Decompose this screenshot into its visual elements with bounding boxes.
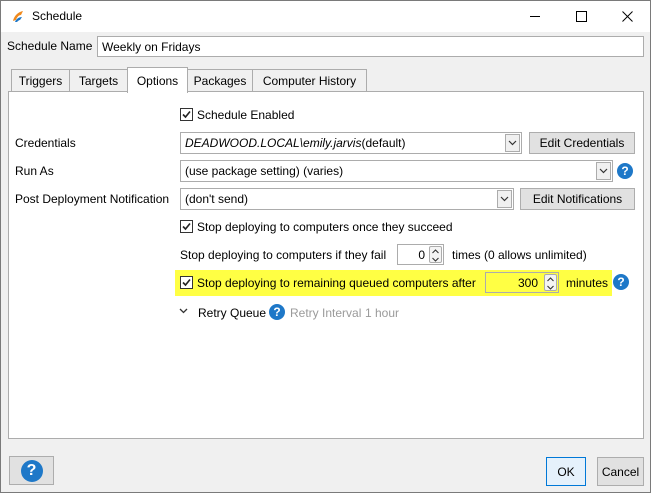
chevron-down-icon[interactable] (179, 308, 188, 314)
close-button[interactable] (604, 1, 650, 32)
close-icon (621, 11, 633, 22)
tab-computer-history-label: Computer History (262, 74, 357, 88)
stop-on-fail-value: 0 (418, 247, 425, 262)
retry-queue-help-icon[interactable]: ? (269, 304, 285, 320)
stop-on-success-label: Stop deploying to computers once they su… (197, 220, 453, 234)
checkmark-icon (182, 222, 191, 231)
stop-on-fail-spin-buttons[interactable] (429, 246, 442, 263)
edit-credentials-button[interactable]: Edit Credentials (529, 132, 635, 154)
credentials-account: DEADWOOD.LOCAL\emily.jarvis (185, 136, 362, 150)
ok-button[interactable]: OK (546, 457, 586, 486)
retry-queue-label[interactable]: Retry Queue (198, 306, 266, 320)
schedule-name-input[interactable]: Weekly on Fridays (97, 36, 644, 57)
help-button[interactable]: ? (9, 456, 54, 485)
edit-notifications-label: Edit Notifications (532, 192, 623, 206)
stop-queued-label: Stop deploying to remaining queued compu… (197, 276, 476, 290)
credentials-label: Credentials (15, 136, 76, 150)
retry-interval-label: Retry Interval (290, 306, 362, 320)
chevron-down-icon (599, 168, 608, 174)
edit-credentials-label: Edit Credentials (539, 136, 625, 150)
minimize-icon (529, 16, 540, 17)
spinner-arrows-icon (547, 277, 554, 290)
cancel-button[interactable]: Cancel (597, 457, 644, 486)
chevron-down-icon (500, 196, 509, 202)
credentials-default-suffix: (default) (361, 136, 406, 150)
stop-queued-checkbox[interactable] (180, 276, 193, 289)
window-title: Schedule (32, 9, 83, 23)
credentials-dropdown-arrow[interactable] (505, 134, 520, 152)
tab-triggers-label: Triggers (18, 74, 63, 88)
ok-label: OK (557, 464, 575, 479)
schedule-name-value: Weekly on Fridays (102, 39, 201, 54)
tab-packages-label: Packages (193, 74, 247, 88)
stop-on-fail-suffix: times (0 allows unlimited) (452, 248, 587, 262)
edit-notifications-button[interactable]: Edit Notifications (520, 188, 635, 210)
tab-triggers[interactable]: Triggers (11, 69, 70, 92)
tab-computer-history[interactable]: Computer History (252, 69, 367, 92)
schedule-name-label: Schedule Name (7, 39, 93, 53)
tab-options[interactable]: Options (127, 67, 188, 93)
help-icon: ? (20, 459, 43, 482)
checkmark-icon (182, 110, 191, 119)
notification-select[interactable]: (don't send) (180, 188, 514, 210)
tab-targets-label: Targets (78, 74, 119, 88)
cancel-label: Cancel (601, 464, 640, 479)
maximize-icon (575, 11, 587, 22)
schedule-enabled-label: Schedule Enabled (197, 108, 295, 122)
run-as-help-icon[interactable]: ? (617, 163, 633, 179)
tab-packages[interactable]: Packages (187, 69, 253, 92)
run-as-label: Run As (15, 164, 54, 178)
stop-queued-stepper[interactable]: 300 (485, 272, 559, 293)
schedule-app-icon (13, 11, 23, 22)
notification-value: (don't send) (185, 192, 248, 206)
schedule-enabled-checkbox[interactable] (180, 108, 193, 121)
checkmark-icon (182, 278, 191, 287)
tab-targets[interactable]: Targets (69, 69, 128, 92)
stop-on-success-checkbox[interactable] (180, 220, 193, 233)
title-bar: Schedule (1, 1, 650, 32)
schedule-window: Schedule Schedule Name Weekly on Fridays… (0, 0, 651, 493)
retry-interval-value: 1 hour (365, 306, 400, 320)
notification-label: Post Deployment Notification (15, 192, 170, 206)
run-as-select[interactable]: (use package setting) (varies) (180, 160, 613, 182)
minimize-button[interactable] (512, 1, 558, 32)
run-as-value: (use package setting) (varies) (185, 164, 344, 178)
chevron-down-icon (508, 140, 517, 146)
maximize-button[interactable] (558, 1, 604, 32)
stop-queued-help-icon[interactable]: ? (613, 274, 629, 290)
tab-options-label: Options (136, 73, 179, 88)
credentials-select[interactable]: DEADWOOD.LOCAL\emily.jarvis (default) (180, 132, 522, 154)
stop-on-fail-stepper[interactable]: 0 (397, 244, 444, 265)
run-as-dropdown-arrow[interactable] (596, 162, 611, 180)
stop-queued-spin-buttons[interactable] (544, 274, 557, 291)
stop-queued-suffix: minutes (566, 276, 609, 290)
stop-on-fail-label: Stop deploying to computers if they fail (180, 248, 387, 262)
spinner-arrows-icon (432, 249, 439, 262)
notification-dropdown-arrow[interactable] (497, 190, 512, 208)
stop-queued-value: 300 (517, 275, 538, 290)
